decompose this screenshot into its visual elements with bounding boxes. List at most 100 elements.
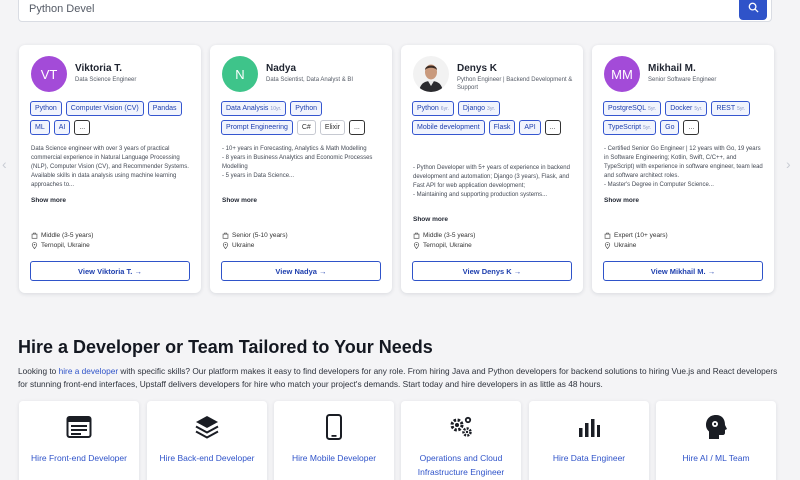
developer-name: Denys K bbox=[457, 63, 498, 74]
view-profile-button[interactable]: View Viktoria T. → bbox=[30, 261, 190, 281]
skill-tag[interactable]: Computer Vision (CV) bbox=[65, 101, 144, 116]
more-tags-button[interactable]: ... bbox=[74, 120, 91, 135]
show-more-link[interactable]: Show more bbox=[604, 197, 639, 204]
avatar-photo-icon bbox=[413, 56, 449, 92]
experience-level: Expert (10+ years) bbox=[604, 232, 668, 239]
avatar: MM bbox=[604, 56, 640, 92]
skill-tag[interactable]: ML bbox=[30, 120, 50, 135]
skill-years: 5yr. bbox=[648, 106, 657, 112]
developer-description: - 10+ years in Forecasting, Analytics & … bbox=[222, 146, 373, 179]
service-label: Hire Data Engineer bbox=[552, 453, 626, 463]
location-text: Ternopil, Ukraine bbox=[423, 242, 472, 249]
location-pin-icon bbox=[604, 242, 611, 249]
skill-tag[interactable]: C# bbox=[296, 120, 316, 135]
location-pin-icon bbox=[31, 242, 38, 249]
more-tags-button[interactable]: ... bbox=[544, 120, 561, 135]
carousel-prev-icon[interactable]: ‹ bbox=[2, 156, 7, 172]
developer-title: Data Science Engineer bbox=[75, 77, 137, 83]
skill-tag[interactable]: Prompt Engineering bbox=[221, 120, 293, 135]
service-label: Hire AI / ML Team bbox=[682, 453, 750, 463]
search-button[interactable] bbox=[739, 0, 767, 20]
skill-years: 5yr. bbox=[643, 125, 652, 131]
skill-tag[interactable]: Python bbox=[290, 101, 323, 116]
section-text-after: with specific skills? Our platform makes… bbox=[18, 366, 778, 389]
location: Ukraine bbox=[604, 242, 636, 249]
level-text: Middle (3-5 years) bbox=[423, 232, 476, 239]
hire-developer-link[interactable]: hire a developer bbox=[59, 366, 119, 376]
level-icon bbox=[222, 232, 229, 239]
level-icon bbox=[604, 232, 611, 239]
avatar: VT bbox=[31, 56, 67, 92]
service-card-backend[interactable]: Hire Back-end Developer bbox=[147, 401, 267, 480]
skill-years: 3yr. bbox=[487, 106, 496, 112]
carousel-next-icon[interactable]: › bbox=[786, 156, 791, 172]
ai-head-icon bbox=[703, 414, 729, 440]
skill-name: Django bbox=[462, 105, 486, 112]
skill-tag[interactable]: Python 6yr. bbox=[412, 101, 454, 116]
gears-icon bbox=[448, 414, 474, 440]
avatar bbox=[413, 56, 449, 92]
developer-card: N Nadya Data Scientist, Data Analyst & B… bbox=[210, 45, 392, 293]
service-card-mobile[interactable]: Hire Mobile Developer bbox=[274, 401, 394, 480]
skill-tag[interactable]: Data Analysis 10yr. bbox=[221, 101, 287, 116]
level-text: Middle (3-5 years) bbox=[41, 232, 94, 239]
section-description: Looking to hire a developer with specifi… bbox=[18, 365, 778, 391]
view-profile-button[interactable]: View Mikhail M. → bbox=[603, 261, 763, 281]
developer-description: - Python Developer with 5+ years of expe… bbox=[413, 165, 570, 198]
skill-name: TypeScript bbox=[608, 124, 642, 131]
developer-name: Viktoria T. bbox=[75, 63, 123, 74]
more-tags-button[interactable]: ... bbox=[683, 120, 700, 135]
skill-tag[interactable]: AI bbox=[53, 120, 71, 135]
developer-title: Python Engineer | Backend Development & … bbox=[457, 77, 573, 91]
skill-name: PostgreSQL bbox=[608, 105, 647, 112]
service-card-frontend[interactable]: Hire Front-end Developer bbox=[19, 401, 139, 480]
show-more-link[interactable]: Show more bbox=[413, 216, 448, 223]
location-text: Ukraine bbox=[232, 242, 255, 249]
service-card-ai-ml[interactable]: Hire AI / ML Team bbox=[656, 401, 776, 480]
skill-tag[interactable]: TypeScript 5yr. bbox=[603, 120, 657, 135]
developer-card: Denys K Python Engineer | Backend Develo… bbox=[401, 45, 583, 293]
skill-tags: Python 6yr. Django 3yr. Mobile development… bbox=[412, 101, 576, 135]
skill-tags: Python Computer Vision (CV) Pandas ML AI… bbox=[30, 101, 194, 135]
skill-years: 5yr. bbox=[694, 106, 703, 112]
show-more-link[interactable]: Show more bbox=[31, 197, 66, 204]
search-icon bbox=[748, 2, 759, 13]
view-profile-button[interactable]: View Denys K → bbox=[412, 261, 572, 281]
section-text-before: Looking to bbox=[18, 366, 59, 376]
skill-years: 10yr. bbox=[270, 106, 282, 112]
service-label: Hire Front-end Developer bbox=[31, 453, 127, 463]
skill-tag[interactable]: Pandas bbox=[147, 101, 182, 116]
skill-tag[interactable]: Go bbox=[660, 120, 680, 135]
skill-tag[interactable]: Python bbox=[30, 101, 62, 116]
skill-tag[interactable]: Flask bbox=[488, 120, 516, 135]
view-profile-button[interactable]: View Nadya → bbox=[221, 261, 381, 281]
developer-card: MM Mikhail M. Senior Software Engineer P… bbox=[592, 45, 774, 293]
skill-tag[interactable]: Django 3yr. bbox=[457, 101, 501, 116]
service-card-operations[interactable]: Operations and Cloud Infrastructure Engi… bbox=[401, 401, 521, 480]
smartphone-icon bbox=[321, 414, 347, 440]
skill-tag[interactable]: Mobile development bbox=[412, 120, 485, 135]
service-label: Operations and Cloud Infrastructure Engi… bbox=[417, 453, 505, 477]
service-card-data[interactable]: Hire Data Engineer bbox=[529, 401, 649, 480]
skill-tag[interactable]: API bbox=[519, 120, 541, 135]
service-label: Hire Mobile Developer bbox=[291, 453, 377, 463]
skill-tag[interactable]: REST 5yr. bbox=[711, 101, 751, 116]
developer-title: Senior Software Engineer bbox=[648, 77, 717, 83]
show-more-link[interactable]: Show more bbox=[222, 197, 257, 204]
skill-name: Python bbox=[417, 105, 439, 112]
layers-stack-icon bbox=[194, 414, 220, 440]
skill-tag[interactable]: PostgreSQL 5yr. bbox=[603, 101, 662, 116]
search-input[interactable] bbox=[29, 0, 709, 19]
level-icon bbox=[31, 232, 38, 239]
skill-name: Docker bbox=[670, 105, 693, 112]
location-text: Ternopil, Ukraine bbox=[41, 242, 90, 249]
skill-years: 5yr. bbox=[737, 106, 746, 112]
search-bar bbox=[18, 0, 772, 22]
skill-tag[interactable]: Docker 5yr. bbox=[665, 101, 708, 116]
location: Ukraine bbox=[222, 242, 254, 249]
developer-card: VT Viktoria T. Data Science Engineer Pyt… bbox=[19, 45, 201, 293]
skill-tags: PostgreSQL 5yr. Docker 5yr. REST 5yr. TypeS… bbox=[603, 101, 767, 135]
skill-tag[interactable]: Elixir bbox=[319, 120, 345, 135]
more-tags-button[interactable]: ... bbox=[349, 120, 365, 135]
avatar: N bbox=[222, 56, 258, 92]
